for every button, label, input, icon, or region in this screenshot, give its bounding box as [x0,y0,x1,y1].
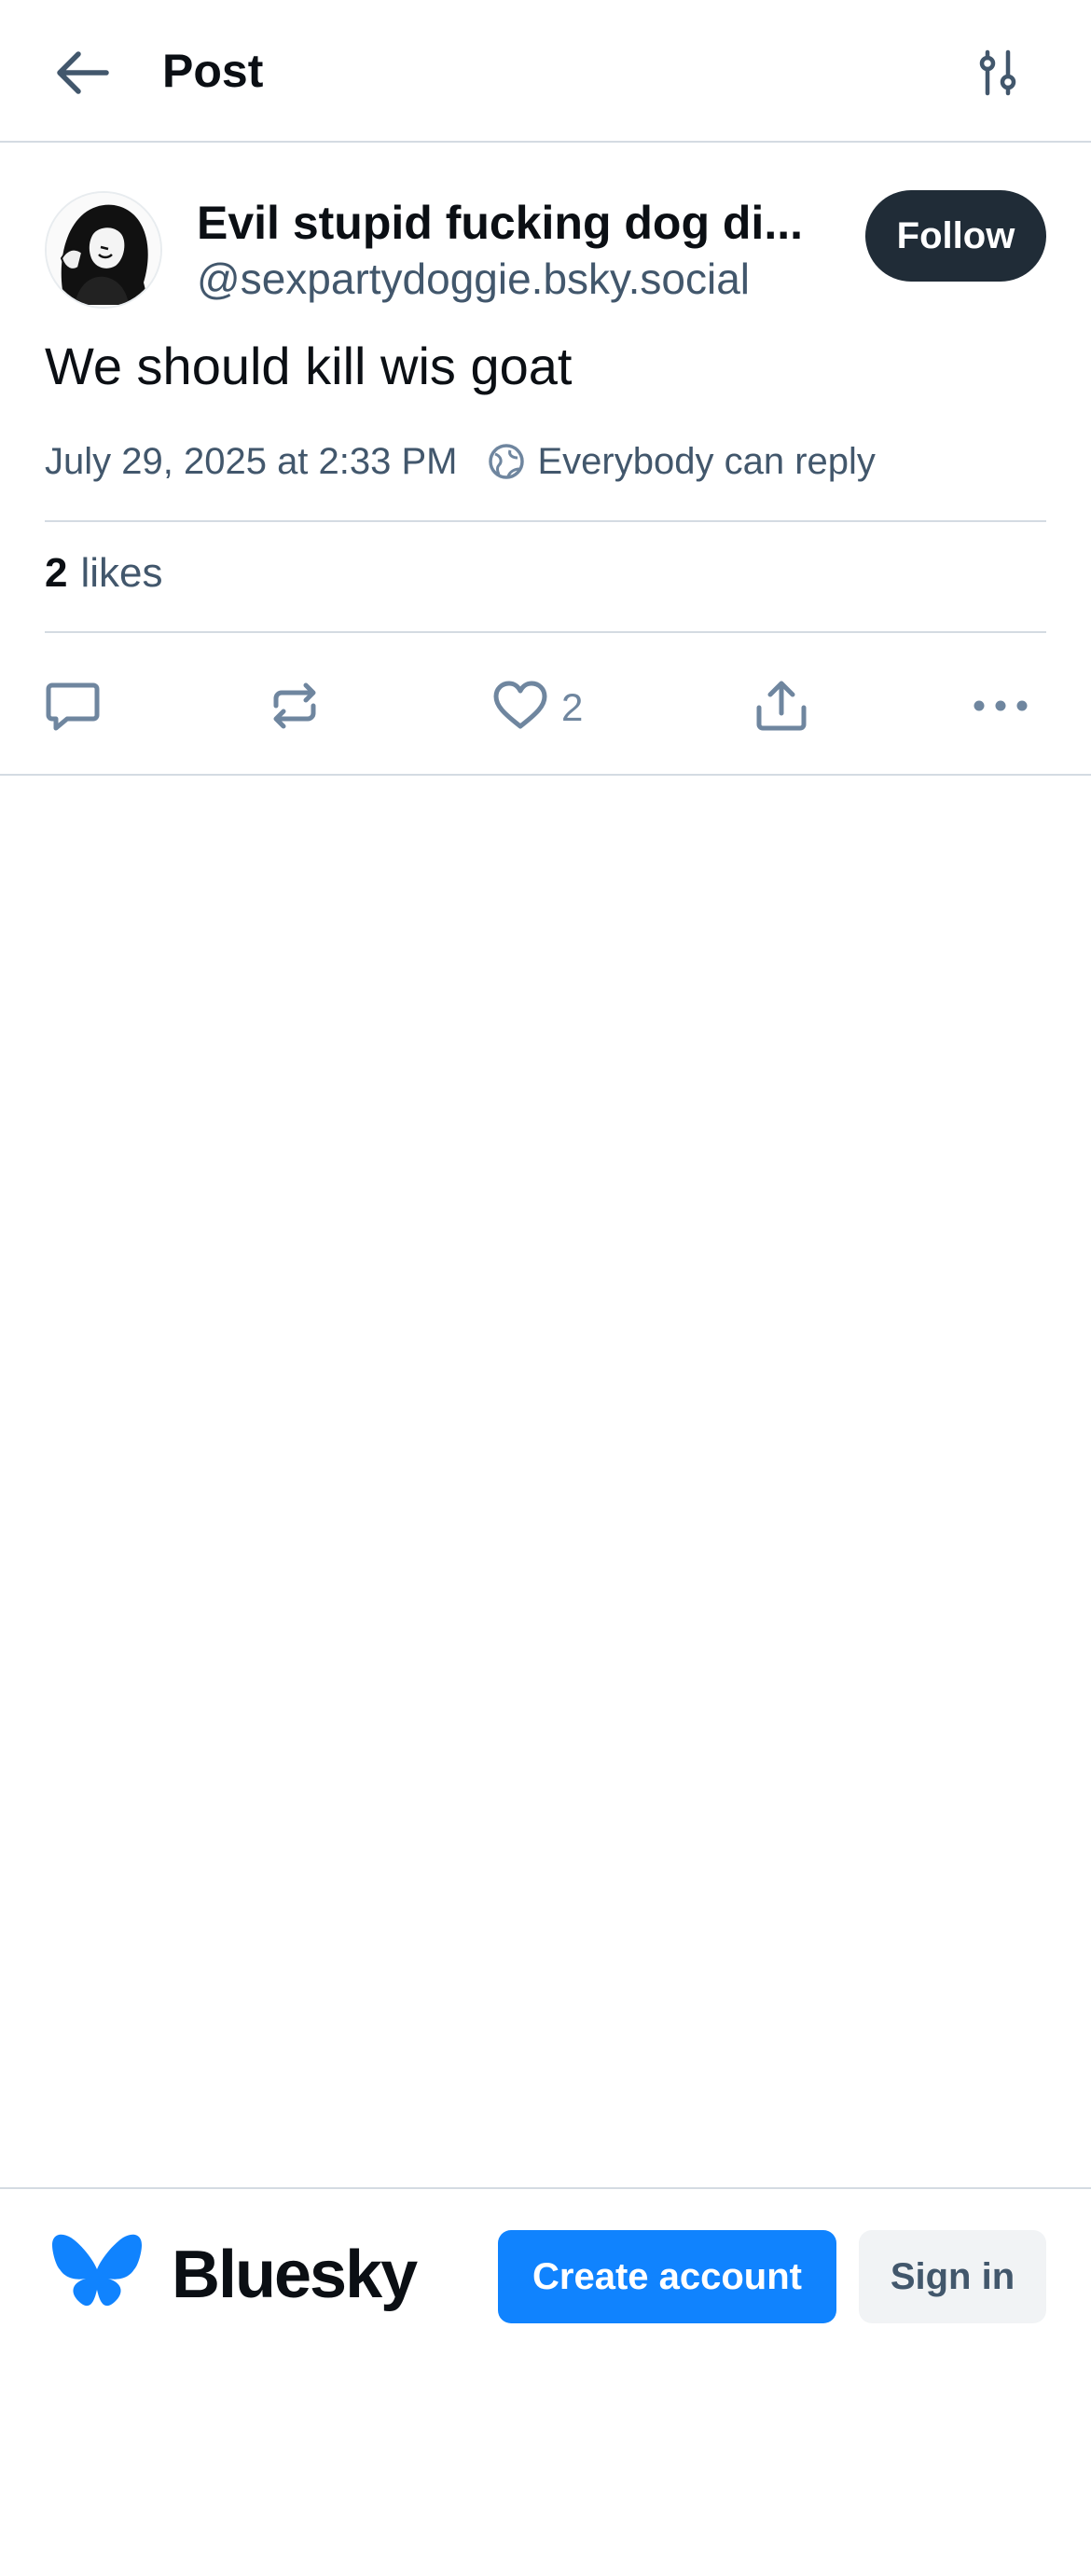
more-options-button[interactable] [972,667,1029,749]
post-timestamp[interactable]: July 29, 2025 at 2:33 PM [45,441,458,483]
likes-count: 2 [45,550,68,596]
post-actions: 2 [0,667,1091,749]
back-button[interactable] [45,37,119,112]
follow-button[interactable]: Follow [865,190,1046,282]
divider [45,631,1046,633]
top-bar: Post [0,0,1091,143]
likes-count-link[interactable]: 2 likes [45,545,163,601]
repost-icon [267,680,323,737]
speech-bubble-icon [45,680,101,737]
sliders-icon [974,49,1021,101]
avatar[interactable] [45,191,162,309]
share-icon [753,680,809,737]
likes-label: likes [80,550,163,596]
like-button[interactable]: 2 [492,667,583,749]
reply-button[interactable] [45,667,101,749]
globe-icon [486,441,527,482]
reply-setting[interactable]: Everybody can reply [538,441,876,483]
sign-in-button[interactable]: Sign in [859,2230,1046,2323]
create-account-button[interactable]: Create account [498,2230,836,2323]
repost-button[interactable] [267,667,323,749]
divider [45,520,1046,522]
arrow-left-icon [54,50,110,100]
thread-settings-button[interactable] [960,37,1035,112]
post-thread-item: Evil stupid fucking dog di... @sexpartyd… [0,145,1091,776]
post-text: We should kill wis goat [45,337,573,395]
bluesky-butterfly-icon [50,2232,144,2314]
author-handle[interactable]: @sexpartydoggie.bsky.social [197,251,812,307]
post-meta: July 29, 2025 at 2:33 PM Everybody can r… [45,434,876,489]
like-count: 2 [561,685,584,729]
more-dots-icon [972,696,1029,720]
signup-footer: Bluesky Create account Sign in [0,2187,1091,2576]
page-title: Post [162,45,264,97]
heart-icon [492,680,548,737]
brand-name: Bluesky [172,2238,418,2312]
share-button[interactable] [753,667,809,749]
author-display-name[interactable]: Evil stupid fucking dog di... [197,193,812,253]
